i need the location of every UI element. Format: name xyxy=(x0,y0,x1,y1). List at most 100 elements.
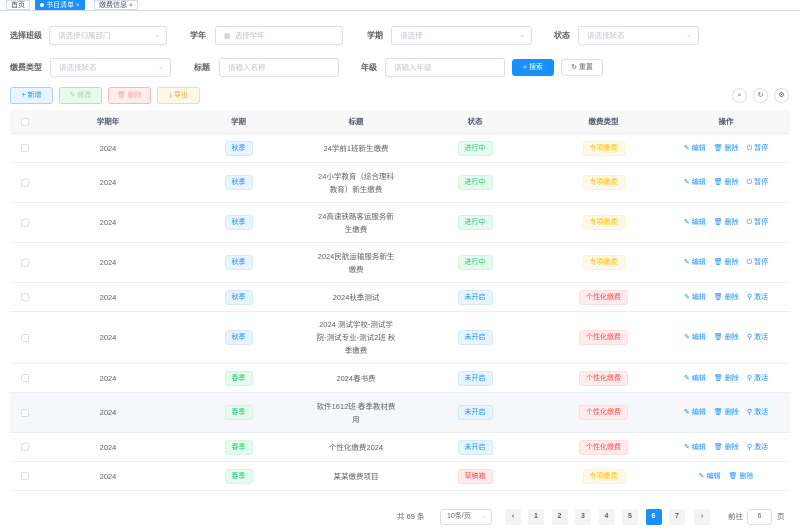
term-badge: 春季 xyxy=(224,370,253,386)
row-checkbox[interactable] xyxy=(10,283,40,311)
table-row[interactable]: 2024 秋季 24学前1班新生缴费 进行中 专项缴费 ✎ 编辑 🗑 删除 ⏻ 暂停 xyxy=(10,134,790,163)
table-row[interactable]: 2024 秋季 2024秋季测试 未开启 个性化缴费 ✎ 编辑 🗑 删除 ⚲ 激活 xyxy=(10,283,790,312)
reset-button[interactable]: ↻ 重置 xyxy=(561,59,603,76)
row-checkbox[interactable] xyxy=(10,462,40,490)
page-button[interactable]: 4 xyxy=(598,509,615,525)
row-toggle-link[interactable]: ⏻ 暂停 xyxy=(747,142,769,155)
row-edit-link[interactable]: ✎ 编辑 xyxy=(684,406,706,419)
plus-icon: + xyxy=(21,92,26,99)
row-delete-link[interactable]: 🗑 删除 xyxy=(714,256,739,269)
goto-page-input[interactable]: 6 xyxy=(747,509,772,525)
row-delete-link[interactable]: 🗑 删除 xyxy=(714,291,739,304)
row-toggle-link[interactable]: ⚲ 激活 xyxy=(747,291,768,304)
page-size-select[interactable]: 10条/页 ⌄ xyxy=(440,509,492,525)
table-row[interactable]: 2024 秋季 24小学教育（综合理科教育）新生缴费 进行中 专项缴费 ✎ 编辑 🗑 删除 ⏻ 暂停 xyxy=(10,163,790,203)
row-toggle-link[interactable]: ⚲ 激活 xyxy=(747,441,768,454)
row-delete-link[interactable]: 🗑 删除 xyxy=(728,470,753,483)
term-badge: 秋季 xyxy=(224,175,253,190)
class-select[interactable]: 请选择归属部门 ⌄ xyxy=(49,26,167,45)
row-edit-link[interactable]: ✎ 编辑 xyxy=(684,331,706,344)
row-edit-link[interactable]: ✎ 编辑 xyxy=(684,176,706,189)
row-edit-link[interactable]: ✎ 编辑 xyxy=(684,216,706,229)
title-input[interactable]: 请输入名称 xyxy=(219,58,339,77)
row-delete-link[interactable]: 🗑 删除 xyxy=(714,142,739,155)
row-toggle-link[interactable]: ⚲ 激活 xyxy=(747,406,768,419)
cell-fee-type: 专项缴费 xyxy=(546,462,661,490)
term-select[interactable]: 请选择 ⌄ xyxy=(391,26,532,45)
status-select[interactable]: 请选择状态 ⌄ xyxy=(578,26,699,45)
page-button[interactable]: 2 xyxy=(551,509,568,525)
page-button[interactable]: 6 xyxy=(645,509,662,525)
row-checkbox[interactable] xyxy=(10,163,40,202)
row-delete-link[interactable]: 🗑 删除 xyxy=(714,372,739,385)
columns-button[interactable]: ⚙ xyxy=(774,88,789,103)
row-checkbox[interactable] xyxy=(10,364,40,392)
grade-input[interactable]: 请输入年级 xyxy=(385,58,505,77)
table-row[interactable]: 2024 秋季 2024民航运输服务新生缴费 进行中 专项缴费 ✎ 编辑 🗑 删除 ⏻ 暂停 xyxy=(10,243,790,283)
next-page-button[interactable]: › xyxy=(694,509,710,525)
status-badge: 进行中 xyxy=(457,140,493,156)
row-edit-link[interactable]: ✎ 编辑 xyxy=(699,470,721,483)
row-toggle-link[interactable]: ⚲ 激活 xyxy=(747,372,768,385)
calendar-icon: ▦ xyxy=(224,33,231,40)
tab-fee-info[interactable]: 缴费信息 × xyxy=(94,0,138,10)
close-icon[interactable]: × xyxy=(129,3,133,9)
fee-type-badge: 个性化缴费 xyxy=(579,405,628,420)
row-actions: ✎ 编辑 🗑 删除 ⏻ 暂停 xyxy=(684,216,768,229)
refresh-icon: ↻ xyxy=(757,92,764,99)
row-delete-link[interactable]: 🗑 删除 xyxy=(714,176,739,189)
cell-title: 某某缴费项目 xyxy=(333,471,379,481)
row-checkbox[interactable] xyxy=(10,203,40,242)
cell-term: 春季 xyxy=(181,364,296,392)
delete-button[interactable]: 🗑 删除 xyxy=(108,87,151,104)
row-toggle-link[interactable]: ⏻ 暂停 xyxy=(747,216,769,229)
refresh-button[interactable]: ↻ xyxy=(753,88,768,103)
cell-title: 2024秋季测试 xyxy=(332,292,380,302)
row-toggle-link[interactable]: ⏻ 暂停 xyxy=(747,176,769,189)
page-button[interactable]: 7 xyxy=(669,509,685,525)
prev-page-button[interactable]: ‹ xyxy=(505,509,521,525)
row-edit-link[interactable]: ✎ 编辑 xyxy=(684,291,706,304)
row-checkbox[interactable] xyxy=(10,134,40,162)
page-button[interactable]: 3 xyxy=(575,509,591,525)
fee-type-select[interactable]: 请选择状态 ⌄ xyxy=(50,58,171,77)
row-delete-link[interactable]: 🗑 删除 xyxy=(714,406,739,419)
toggle-search-button[interactable]: ⌕ xyxy=(732,88,747,103)
cell-status: 未开启 xyxy=(421,433,529,461)
select-all-checkbox[interactable] xyxy=(10,110,40,134)
row-checkbox[interactable] xyxy=(10,243,40,282)
row-edit-link[interactable]: ✎ 编辑 xyxy=(684,372,706,385)
cell-fee-type: 个性化缴费 xyxy=(546,312,661,363)
row-checkbox[interactable] xyxy=(10,433,40,461)
search-button[interactable]: ⌕ 搜索 xyxy=(512,59,554,76)
row-edit-link[interactable]: ✎ 编辑 xyxy=(684,441,706,454)
tab-home[interactable]: 首页 xyxy=(6,0,30,10)
table-row[interactable]: 2024 春季 某某缴费项目 草稿箱 专项缴费 ✎ 编辑 🗑 删除 xyxy=(10,462,790,491)
page-button[interactable]: 5 xyxy=(622,509,638,525)
cell-term: 秋季 xyxy=(181,134,296,162)
table-row[interactable]: 2024 秋季 2024 测试学校-测试学院-测试专业-测试2班 秋季缴费 未开启 个性… xyxy=(10,312,790,364)
table-row[interactable]: 2024 秋季 24高速铁路客运服务新生缴费 进行中 专项缴费 ✎ 编辑 🗑 删除 ⏻ 暂停 xyxy=(10,203,790,243)
table-row[interactable]: 2024 春季 2024春书费 未开启 个性化缴费 ✎ 编辑 🗑 删除 ⚲ 激活 xyxy=(10,364,790,393)
edit-button[interactable]: ✎ 修改 xyxy=(59,87,102,104)
row-toggle-link[interactable]: ⏻ 暂停 xyxy=(747,256,769,269)
year-picker[interactable]: ▦ 选择学年 xyxy=(215,26,343,45)
page-button[interactable]: 1 xyxy=(528,509,544,525)
key-icon: ⚲ xyxy=(746,374,752,382)
row-toggle-link[interactable]: ⚲ 激活 xyxy=(747,331,768,344)
table-row[interactable]: 2024 春季 软件1612班 春季教材费用 未开启 个性化缴费 ✎ 编辑 🗑 删除 ⚲ 激活 xyxy=(10,393,790,433)
close-icon[interactable]: × xyxy=(76,3,80,9)
row-delete-link[interactable]: 🗑 删除 xyxy=(714,331,739,344)
cell-actions: ✎ 编辑 🗑 删除 xyxy=(662,462,790,490)
row-edit-link[interactable]: ✎ 编辑 xyxy=(684,256,706,269)
col-status: 状态 xyxy=(467,117,483,126)
row-delete-link[interactable]: 🗑 删除 xyxy=(714,441,739,454)
export-button[interactable]: ⤓ 导出 xyxy=(157,87,200,104)
row-delete-link[interactable]: 🗑 删除 xyxy=(714,216,739,229)
row-checkbox[interactable] xyxy=(10,312,40,363)
table-row[interactable]: 2024 春季 个性化缴费2024 未开启 个性化缴费 ✎ 编辑 🗑 删除 ⚲ 激活 xyxy=(10,433,790,462)
tab-book-list[interactable]: 书目清单 × xyxy=(35,0,85,10)
row-checkbox[interactable] xyxy=(10,393,40,432)
add-button[interactable]: + 新增 xyxy=(10,87,53,104)
row-edit-link[interactable]: ✎ 编辑 xyxy=(684,142,706,155)
